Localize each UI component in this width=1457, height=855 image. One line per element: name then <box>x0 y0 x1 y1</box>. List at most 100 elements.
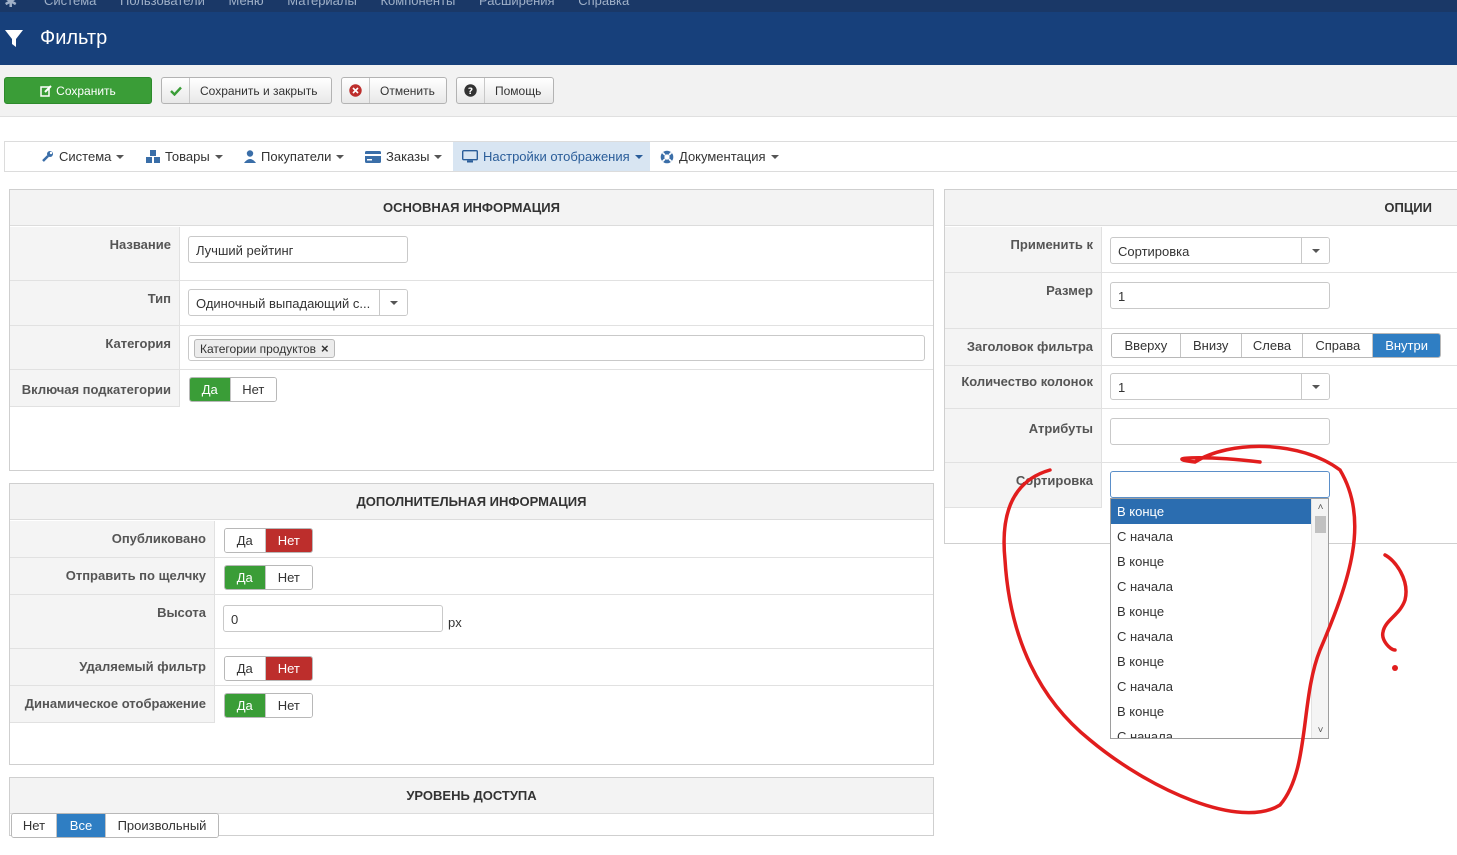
send-click-yes[interactable]: Да <box>225 566 266 589</box>
admin-menu-users[interactable]: Пользователи <box>120 0 205 8</box>
removable-toggle[interactable]: Да Нет <box>224 656 313 681</box>
position-right[interactable]: Справа <box>1303 334 1374 357</box>
admin-menu-bar: ✱ Система Пользователи Меню Материалы Ко… <box>0 0 1457 12</box>
removable-no[interactable]: Нет <box>265 657 312 680</box>
cancel-button[interactable]: Отменить <box>341 77 447 104</box>
question-icon: ? <box>457 78 485 103</box>
scroll-down-icon[interactable]: ˅ <box>1312 722 1328 738</box>
category-label: Категория <box>10 326 180 369</box>
position-bottom[interactable]: Внизу <box>1180 334 1242 357</box>
remove-icon[interactable]: × <box>321 341 329 356</box>
attributes-input[interactable] <box>1110 418 1330 445</box>
admin-menu-system[interactable]: Система <box>44 0 96 8</box>
nav-buyers[interactable]: Покупатели <box>244 142 345 171</box>
category-row: Категория Категории продуктов × <box>10 326 933 370</box>
access-all[interactable]: Все <box>57 814 106 837</box>
size-input[interactable]: 1 <box>1110 282 1330 309</box>
admin-menu-help[interactable]: Справка <box>578 0 629 8</box>
admin-menu-menus[interactable]: Меню <box>228 0 263 8</box>
options-panel: ОПЦИИ Применить к Сортировка Размер 1 За… <box>944 189 1457 544</box>
help-label: Помощь <box>495 83 542 98</box>
apply-select[interactable]: Сортировка <box>1110 237 1330 264</box>
save-close-button[interactable]: Сохранить и закрыть <box>161 77 332 104</box>
sorting-option[interactable]: В конце <box>1111 649 1312 674</box>
position-left[interactable]: Слева <box>1241 334 1304 357</box>
sorting-option[interactable]: С начала <box>1111 674 1312 699</box>
subcategories-yes[interactable]: Да <box>190 378 231 401</box>
nav-display-label: Настройки отображения <box>483 149 630 164</box>
dynamic-toggle[interactable]: Да Нет <box>224 693 313 718</box>
nav-orders-label: Заказы <box>386 149 430 164</box>
dropdown-scrollbar[interactable]: ˄ ˅ <box>1311 499 1328 738</box>
svg-text:?: ? <box>468 87 473 97</box>
admin-menu-components[interactable]: Компоненты <box>380 0 455 8</box>
send-click-row: Отправить по щелчку Да Нет <box>10 558 933 595</box>
joomla-logo-icon[interactable]: ✱ <box>4 0 17 12</box>
nav-orders[interactable]: Заказы <box>365 142 443 171</box>
admin-menu-extensions[interactable]: Расширения <box>479 0 555 8</box>
position-top[interactable]: Вверху <box>1112 334 1181 357</box>
nav-docs[interactable]: Документация <box>660 142 779 171</box>
access-none[interactable]: Нет <box>12 814 57 837</box>
subcategories-no[interactable]: Нет <box>230 378 276 401</box>
columns-label: Количество колонок <box>945 366 1102 408</box>
main-info-title: ОСНОВНАЯ ИНФОРМАЦИЯ <box>10 190 933 226</box>
send-click-toggle[interactable]: Да Нет <box>224 565 313 590</box>
nav-buyers-label: Покупатели <box>261 149 332 164</box>
apply-label: Применить к <box>945 227 1102 272</box>
position-inside[interactable]: Внутри <box>1373 334 1440 357</box>
nav-goods[interactable]: Товары <box>146 142 223 171</box>
filter-icon <box>5 30 23 47</box>
scroll-up-icon[interactable]: ˄ <box>1312 499 1328 515</box>
nav-system[interactable]: Система <box>41 142 125 171</box>
main-info-panel: ОСНОВНАЯ ИНФОРМАЦИЯ Название Лучший рейт… <box>9 189 934 471</box>
options-title: ОПЦИИ <box>945 190 1457 226</box>
published-no[interactable]: Нет <box>265 529 312 552</box>
admin-menu-content[interactable]: Материалы <box>287 0 357 8</box>
sorting-option[interactable]: В конце <box>1111 499 1312 524</box>
dynamic-no[interactable]: Нет <box>265 694 312 717</box>
lifebuoy-icon <box>660 150 674 163</box>
dynamic-yes[interactable]: Да <box>225 694 266 717</box>
name-input[interactable]: Лучший рейтинг <box>188 236 408 263</box>
annotation-question-dot <box>1392 665 1398 671</box>
send-click-no[interactable]: Нет <box>265 566 312 589</box>
sorting-option[interactable]: В конце <box>1111 699 1312 724</box>
subcategories-toggle[interactable]: Да Нет <box>189 377 277 402</box>
sorting-input[interactable] <box>1110 471 1330 498</box>
chevron-down-icon <box>1301 238 1329 263</box>
annotation-question-mark <box>1380 553 1408 652</box>
type-select[interactable]: Одиночный выпадающий с... <box>188 289 408 316</box>
sorting-option[interactable]: В конце <box>1111 549 1312 574</box>
scrollbar-thumb[interactable] <box>1315 516 1326 533</box>
attributes-row: Атрибуты <box>945 409 1457 463</box>
category-input[interactable]: Категории продуктов × <box>188 335 925 361</box>
dynamic-label: Динамическое отображение <box>10 686 215 723</box>
sorting-option[interactable]: С начала <box>1111 724 1312 738</box>
name-row: Название Лучший рейтинг <box>10 227 933 281</box>
filter-header-toggle[interactable]: Вверху Внизу Слева Справа Внутри <box>1111 333 1441 358</box>
published-yes[interactable]: Да <box>225 529 266 552</box>
sorting-option[interactable]: С начала <box>1111 624 1312 649</box>
sorting-dropdown-list[interactable]: В конце С начала В конце С начала В конц… <box>1110 498 1329 739</box>
admin-menu: Система Пользователи Меню Материалы Комп… <box>44 0 649 8</box>
caret-down-icon <box>214 154 223 159</box>
height-label: Высота <box>10 595 215 648</box>
published-row: Опубликовано Да Нет <box>10 521 933 558</box>
sorting-option[interactable]: В конце <box>1111 599 1312 624</box>
save-button[interactable]: Сохранить <box>4 77 152 104</box>
access-custom[interactable]: Произвольный <box>106 814 218 837</box>
apply-row: Применить к Сортировка <box>945 227 1457 273</box>
help-button[interactable]: ? Помощь <box>456 77 554 104</box>
subcategories-row: Включая подкатегории Да Нет <box>10 370 933 471</box>
nav-display-settings[interactable]: Настройки отображения <box>453 142 650 171</box>
name-label: Название <box>10 227 180 280</box>
sorting-option[interactable]: С начала <box>1111 524 1312 549</box>
removable-yes[interactable]: Да <box>225 657 266 680</box>
published-toggle[interactable]: Да Нет <box>224 528 313 553</box>
access-level-toggle[interactable]: Нет Все Произвольный <box>11 813 219 838</box>
height-input[interactable]: 0 <box>223 605 443 632</box>
columns-select[interactable]: 1 <box>1110 373 1330 400</box>
sorting-option[interactable]: С начала <box>1111 574 1312 599</box>
attributes-label: Атрибуты <box>945 409 1102 462</box>
